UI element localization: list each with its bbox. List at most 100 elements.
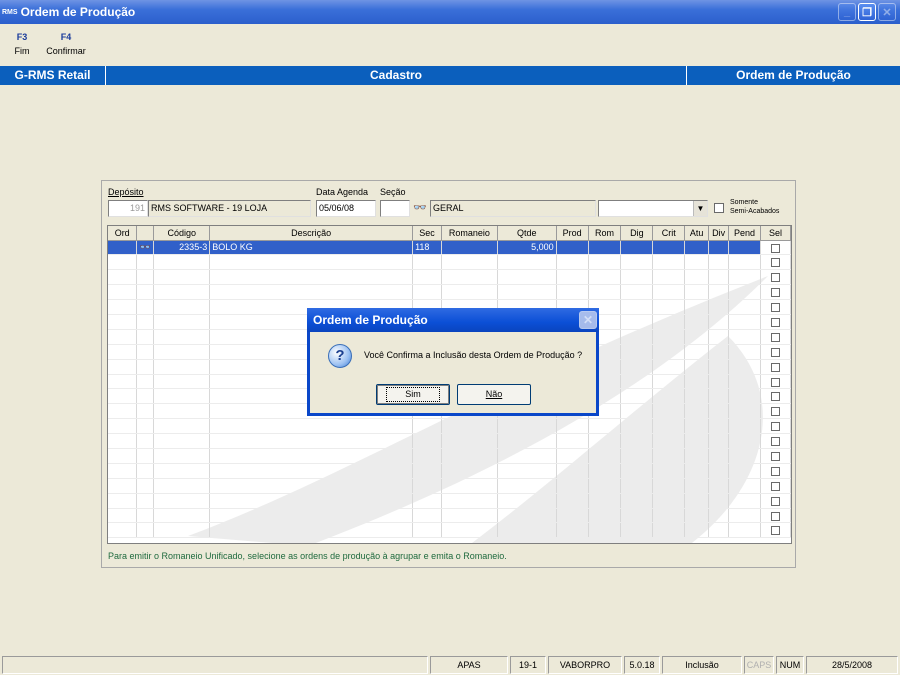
col-rom[interactable]: Rom (588, 226, 622, 241)
table-row[interactable] (108, 433, 791, 449)
grid-cell (620, 284, 654, 301)
grid-cell (684, 374, 710, 390)
grid-cell (652, 254, 686, 271)
select-checkbox[interactable] (771, 407, 780, 417)
select-checkbox[interactable] (771, 437, 780, 447)
select-checkbox[interactable] (771, 422, 780, 432)
f4-confirmar-button[interactable]: F4 Confirmar (44, 30, 88, 62)
select-checkbox[interactable] (771, 273, 780, 283)
grid-cell (684, 448, 710, 464)
select-checkbox[interactable] (771, 332, 780, 342)
binoculars-icon[interactable]: 👓 (136, 240, 155, 256)
select-checkbox[interactable] (771, 317, 780, 327)
grid-cell (708, 403, 730, 420)
table-row[interactable] (108, 522, 791, 539)
grid-cell (136, 478, 155, 494)
grid-cell (728, 508, 761, 524)
status-store: 19-1 (510, 656, 546, 674)
grid-cell (497, 284, 557, 301)
minimize-icon[interactable]: _ (838, 3, 856, 21)
select-checkbox[interactable] (771, 511, 780, 521)
table-row[interactable] (108, 508, 791, 524)
grid-cell (153, 254, 211, 271)
col-descricao[interactable]: Descrição (209, 226, 414, 241)
table-row[interactable] (108, 463, 791, 479)
select-checkbox[interactable] (771, 377, 780, 387)
grid-cell (556, 522, 589, 539)
no-button[interactable]: Não (457, 384, 531, 405)
yes-button[interactable]: Sim (376, 384, 450, 405)
grid-cell (652, 344, 686, 360)
dialog-titlebar[interactable]: Ordem de Produção ✕ (307, 308, 599, 332)
select-checkbox[interactable] (771, 392, 780, 402)
window-titlebar[interactable]: RMS Ordem de Produção _ ❐ ✕ (0, 0, 900, 24)
somente-semi-acabados-checkbox[interactable] (714, 203, 724, 213)
somente-label-line1: Somente (730, 199, 759, 206)
deposito-code-field[interactable]: 191 (108, 200, 148, 217)
select-checkbox[interactable] (771, 481, 780, 491)
cell-pend (728, 240, 761, 256)
table-row[interactable] (108, 254, 791, 271)
cell-romaneio (441, 240, 498, 256)
f3-label: Fim (14, 46, 30, 56)
filter-combo[interactable]: ▼ (598, 200, 708, 217)
select-checkbox[interactable] (771, 496, 780, 506)
data-agenda-field[interactable]: 05/06/08 (316, 200, 376, 217)
col-romaneio[interactable]: Romaneio (441, 226, 498, 241)
data-agenda-label: Data Agenda (316, 187, 369, 197)
header-section: Cadastro (106, 66, 687, 85)
table-row[interactable]: 👓 2335-3 BOLO KG 118 5,000 (108, 240, 791, 256)
grid-cell (760, 433, 791, 449)
col-codigo[interactable]: Código (153, 226, 211, 241)
table-row[interactable] (108, 418, 791, 435)
select-checkbox[interactable] (771, 362, 780, 372)
col-sec[interactable]: Sec (412, 226, 442, 241)
grid-cell (497, 448, 557, 464)
secao-code-field[interactable] (380, 200, 410, 217)
grid-cell (209, 269, 414, 286)
grid-cell (708, 508, 730, 524)
table-row[interactable] (108, 493, 791, 509)
col-pend[interactable]: Pend (728, 226, 761, 241)
table-row[interactable] (108, 448, 791, 464)
close-icon[interactable]: ✕ (878, 3, 896, 21)
select-checkbox[interactable] (771, 243, 780, 253)
chevron-down-icon[interactable]: ▼ (693, 201, 707, 216)
col-crit[interactable]: Crit (652, 226, 686, 241)
select-checkbox[interactable] (771, 451, 780, 461)
col-sel[interactable]: Sel (760, 226, 791, 241)
grid-cell (153, 448, 211, 464)
grid-cell (708, 448, 730, 464)
col-qtde[interactable]: Qtde (497, 226, 557, 241)
select-checkbox[interactable] (771, 288, 780, 298)
table-row[interactable] (108, 269, 791, 286)
f4-label: Confirmar (46, 46, 86, 56)
col-ord[interactable]: Ord (108, 226, 138, 241)
grid-cell (684, 433, 710, 449)
grid-cell (728, 269, 761, 286)
grid-cell (108, 284, 138, 301)
select-checkbox[interactable] (771, 466, 780, 476)
f3-fim-button[interactable]: F3 Fim (0, 30, 44, 62)
table-row[interactable] (108, 478, 791, 494)
grid-cell (412, 418, 442, 435)
col-prod[interactable]: Prod (556, 226, 589, 241)
col-atu[interactable]: Atu (684, 226, 710, 241)
binoculars-search-icon[interactable]: 👓 (413, 201, 427, 214)
grid-cell (620, 522, 654, 539)
col-div[interactable]: Div (708, 226, 730, 241)
grid-cell (684, 403, 710, 420)
col-icon[interactable] (136, 226, 155, 241)
grid-cell (153, 269, 211, 286)
select-checkbox[interactable] (771, 347, 780, 357)
table-row[interactable] (108, 284, 791, 301)
close-icon[interactable]: ✕ (579, 311, 597, 329)
select-checkbox[interactable] (771, 303, 780, 313)
select-checkbox[interactable] (771, 258, 780, 268)
status-bar: APAS 19-1 VABORPRO 5.0.18 Inclusão CAPS … (0, 654, 900, 675)
select-checkbox[interactable] (771, 526, 780, 536)
restore-icon[interactable]: ❐ (858, 3, 876, 21)
grid-cell (588, 493, 622, 509)
col-dig[interactable]: Dig (620, 226, 654, 241)
grid-cell (412, 269, 442, 286)
